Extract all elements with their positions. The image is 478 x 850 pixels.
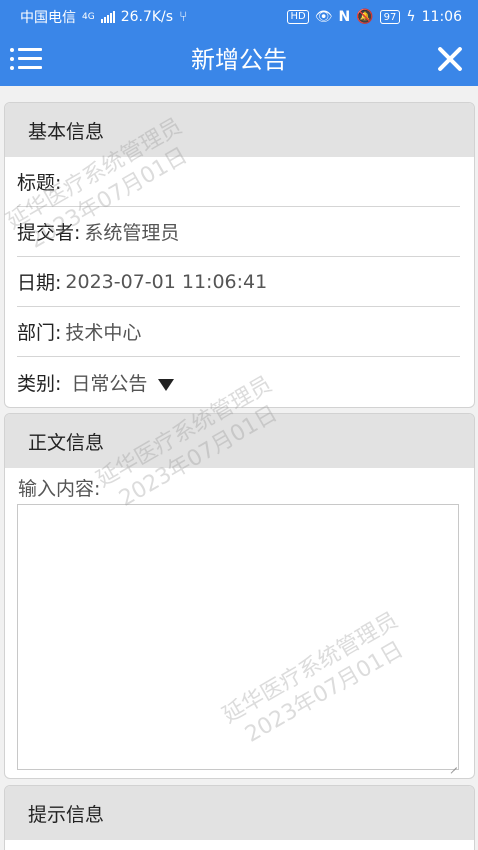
mute-icon: 🔕 — [356, 9, 374, 25]
battery-icon: 97 — [379, 10, 401, 24]
date-value: 2023-07-01 11:06:41 — [65, 270, 268, 293]
signal-icon — [100, 11, 115, 23]
field-label: 日期: — [17, 272, 62, 294]
category-select[interactable]: 日常公告 — [71, 369, 175, 396]
content-textarea[interactable] — [17, 504, 459, 770]
field-row-department: 部门: 技术中心 — [17, 307, 460, 357]
body-info-panel: 正文信息 输入内容: — [4, 413, 475, 779]
field-row-date: 日期: 2023-07-01 11:06:41 — [17, 257, 460, 307]
content-label: 输入内容: — [18, 478, 101, 500]
usb-icon: ⑂ — [179, 9, 188, 25]
field-label: 标题: — [17, 172, 62, 194]
dropdown-arrow-icon — [158, 379, 175, 391]
close-icon[interactable] — [436, 45, 464, 73]
field-label: 部门: — [17, 322, 62, 344]
field-row-title[interactable]: 标题: — [17, 157, 460, 207]
network-type: 4G — [82, 12, 95, 22]
field-label: 类别: — [17, 372, 62, 395]
basic-info-panel: 基本信息 标题: 提交者: 系统管理员 日期: 2023-07-01 11:06… — [4, 102, 475, 408]
clock: 11:06 — [421, 9, 462, 25]
network-speed: 26.7K/s — [120, 9, 174, 25]
hint-info-header: 提示信息 — [5, 786, 474, 840]
field-row-submitter: 提交者: 系统管理员 — [17, 207, 460, 257]
category-value: 日常公告 — [71, 372, 148, 395]
nfc-icon: N — [338, 9, 351, 25]
body-info-header: 正文信息 — [5, 414, 474, 468]
field-label: 提交者: — [17, 222, 81, 244]
battery-level: 97 — [383, 11, 397, 23]
status-bar: 中国电信 4G 26.7K/s ⑂ HD 👁 N 🔕 97 ϟ 11:06 — [0, 0, 478, 34]
hd-icon: HD — [287, 10, 309, 24]
carrier-name: 中国电信 — [20, 10, 76, 26]
field-row-category: 类别: 日常公告 — [17, 357, 460, 407]
submitter-value: 系统管理员 — [84, 222, 180, 244]
resize-handle-icon[interactable] — [449, 760, 457, 768]
basic-info-header: 基本信息 — [5, 103, 474, 157]
page-title: 新增公告 — [191, 46, 287, 74]
department-value: 技术中心 — [65, 322, 142, 344]
charging-icon: ϟ — [406, 9, 416, 25]
hint-info-panel: 提示信息 — [4, 785, 475, 850]
eye-icon: 👁 — [314, 9, 333, 25]
top-bar: 新增公告 — [0, 34, 478, 86]
